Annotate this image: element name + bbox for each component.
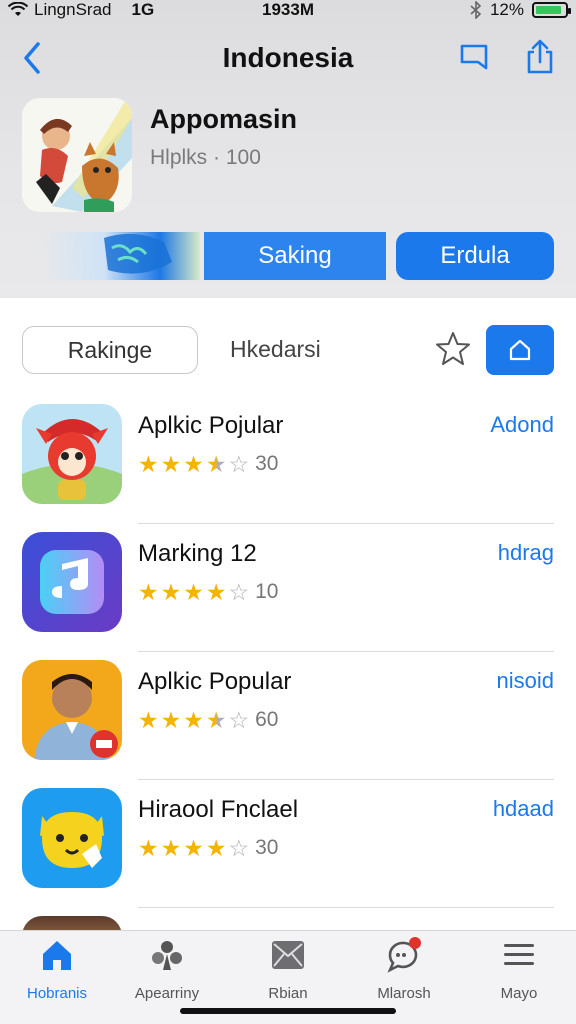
rating-star-icon: ★ (183, 578, 204, 605)
app-icon[interactable] (22, 404, 122, 504)
mail-icon (272, 941, 304, 969)
app-name: Aplkic Pojular (138, 412, 284, 439)
rating-star-icon: ★ (183, 834, 204, 861)
app-list-item[interactable]: Marking 12 ★ ★ ★ ★ ☆ 10 hdrag (0, 524, 576, 652)
tab-mayo[interactable]: Mayo (464, 937, 574, 1002)
rating-count: 30 (255, 452, 279, 475)
rating-star-icon: ★ (183, 450, 204, 477)
app-action-link[interactable]: nisoid (497, 668, 554, 694)
app-list-item[interactable]: Hiraool Fnclael ★ ★ ★ ★ ☆ 30 hdaad (0, 780, 576, 908)
app-action-link[interactable]: hdaad (493, 796, 554, 822)
rating-star-icon: ★ (160, 706, 182, 733)
rating-count: 60 (255, 708, 279, 731)
erdula-button[interactable]: Erdula (396, 232, 554, 280)
tab-apearriny[interactable]: Apearriny (112, 937, 222, 1002)
rating-count: 30 (255, 836, 279, 859)
rating-count: 10 (255, 580, 279, 603)
rating-star-icon: ☆ (228, 834, 250, 861)
banner-art (40, 232, 200, 280)
app-action-link[interactable]: hdrag (498, 540, 554, 566)
home-outline-icon (509, 339, 531, 361)
chat-icon (387, 937, 421, 973)
yellow-cat-icon (22, 788, 122, 888)
nav-bar: Indonesia (0, 32, 576, 84)
home-icon (43, 941, 71, 970)
rating-star-icon: ☆ (228, 450, 250, 477)
app-name: Marking 12 (138, 540, 257, 567)
app-icon[interactable] (22, 532, 122, 632)
rating-star-icon: ★ (205, 706, 227, 733)
app-name: Hiraool Fnclael (138, 796, 299, 823)
rating-star-icon: ★ (138, 450, 159, 477)
fox-character-icon (22, 404, 122, 504)
rating-star-icon: ★ (205, 578, 227, 605)
cartoon-characters-icon (22, 98, 132, 212)
rating-star-icon: ★ (160, 578, 182, 605)
battery-icon (532, 2, 571, 18)
tab-rbian[interactable]: Rbian (233, 937, 343, 1002)
tab-label: Rbian (268, 985, 308, 1002)
app-action-link[interactable]: Adond (490, 412, 554, 438)
rating-star-icon: ★ (205, 834, 227, 861)
app-rating: ★ ★ ★ ★ ☆ 30 (138, 452, 278, 476)
saking-button[interactable]: Saking (204, 232, 386, 280)
rating-star-icon: ★ (138, 578, 159, 605)
rating-star-icon: ★ (183, 706, 204, 733)
row-divider (138, 907, 554, 908)
rating-star-icon: ★ (138, 706, 159, 733)
app-icon[interactable] (22, 660, 122, 760)
rating-star-icon: ☆ (228, 578, 250, 605)
segment-hkedarsi[interactable]: Hkedarsi (230, 336, 321, 363)
bookmark-icon[interactable] (458, 42, 490, 74)
rating-star-icon: ★ (160, 834, 182, 861)
tab-label: Apearriny (134, 985, 200, 1002)
tab-mlarosh[interactable]: Mlarosh (349, 937, 459, 1002)
rating-star-icon: ☆ (228, 706, 250, 733)
rating-star-icon: ★ (205, 450, 227, 477)
tab-hobranis[interactable]: Hobranis (2, 937, 112, 1002)
app-rating: ★ ★ ★ ★ ☆ 10 (138, 580, 278, 604)
app-list-item[interactable]: Aplkic Pojular ★ ★ ★ ★ ☆ 30 Adond (0, 396, 576, 524)
bluetooth-icon (470, 1, 482, 19)
apps-icon (152, 941, 182, 970)
featured-app-subtitle: Hlplks · 100 (150, 146, 261, 169)
share-icon[interactable] (524, 38, 556, 76)
menu-icon (504, 944, 534, 965)
home-indicator (180, 1008, 396, 1014)
tab-label: Mayo (500, 985, 538, 1002)
battery-fill (536, 6, 561, 14)
star-outline-icon[interactable] (434, 330, 472, 368)
battery-percent: 12% (489, 0, 524, 19)
banner-graphic-icon (104, 233, 172, 274)
app-list-item[interactable]: Aplkic Popular ★ ★ ★ ★ ☆ 60 nisoid (0, 652, 576, 780)
tab-label: Mlarosh (377, 985, 431, 1002)
tab-label: Hobranis (26, 985, 88, 1002)
featured-app-icon[interactable] (22, 98, 132, 212)
music-note-icon (22, 532, 122, 632)
rating-star-icon: ★ (160, 450, 182, 477)
app-rating: ★ ★ ★ ★ ☆ 60 (138, 708, 278, 732)
app-rating: ★ ★ ★ ★ ☆ 30 (138, 836, 278, 860)
app-name: Aplkic Popular (138, 668, 292, 695)
rating-star-icon: ★ (138, 834, 159, 861)
featured-app-name: Appomasin (150, 104, 298, 134)
segment-rakinge[interactable]: Rakinge (22, 326, 198, 374)
status-bar: LingnSrad 1G 1933M 12% (0, 0, 576, 22)
person-photo-icon (22, 660, 122, 760)
app-icon[interactable] (22, 788, 122, 888)
home-filter-button[interactable] (486, 325, 554, 375)
